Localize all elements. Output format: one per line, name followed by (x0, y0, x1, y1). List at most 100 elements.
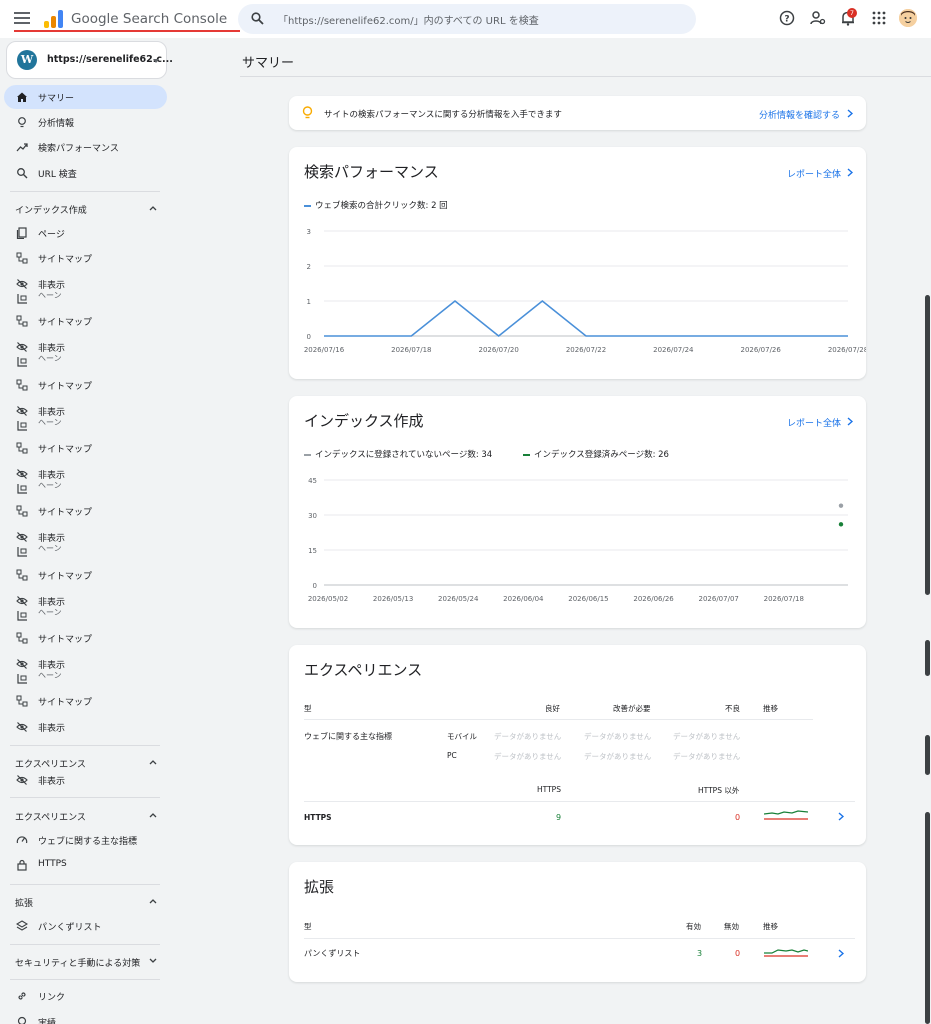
y-tick-label: 1 (307, 298, 311, 306)
sidebar-item-removals[interactable]: 非表示 ヘーン (4, 589, 167, 625)
trending-up-icon (16, 143, 28, 152)
chevron-right-icon[interactable] (847, 168, 853, 177)
sidebar-item-sitemaps[interactable]: サイトマップ (4, 373, 167, 397)
sidebar-item-summary[interactable]: サマリー (4, 85, 167, 109)
sidebar-item-insights[interactable]: 分析情報 (4, 110, 167, 134)
visibility-off-icon (16, 532, 28, 542)
trend-sparkline (764, 810, 808, 820)
legend-swatch (304, 204, 311, 207)
sidebar-item-breadcrumbs[interactable]: パンくずリスト (4, 914, 167, 938)
scrollbar-thumb[interactable] (925, 812, 930, 1024)
x-tick-label: 2026/06/15 (568, 595, 608, 603)
url-inspect-search[interactable]: 「https://serenelife62.com/」内のすべての URL を検… (238, 4, 696, 34)
row-label: パンくずリスト (304, 949, 361, 958)
sidebar-item-sitemaps[interactable]: サイトマップ (4, 626, 167, 650)
page-corner-icon (17, 674, 27, 684)
chevron-right-icon[interactable] (847, 417, 853, 426)
section-enhancements[interactable]: 拡張 (4, 889, 167, 913)
sidebar-item-sitemaps[interactable]: サイトマップ (4, 309, 167, 333)
sidebar-item-removals[interactable]: 非表示 ヘーン (4, 399, 167, 435)
search-icon (251, 12, 264, 25)
col-header-needs-improvement: 改善が必要 (613, 704, 651, 713)
search-input[interactable]: 「https://serenelife62.com/」内のすべての URL を検… (278, 12, 539, 27)
col-header-valid: 有効 (686, 922, 701, 931)
experience-title: エクスペリエンス (304, 661, 423, 679)
https-row[interactable]: HTTPS 9 0 (289, 802, 866, 832)
divider (10, 191, 160, 192)
visibility-off-icon (16, 342, 28, 352)
visibility-off-icon (16, 596, 28, 606)
sidebar-item-removals[interactable]: 非表示 (4, 715, 167, 739)
col-header-type: 型 (304, 704, 312, 713)
sidebar-item-sitemaps[interactable]: サイトマップ (4, 563, 167, 587)
sidebar-item-achievements[interactable]: 実績 (4, 1010, 167, 1024)
menu-icon[interactable] (14, 12, 30, 24)
chevron-right-icon[interactable] (847, 109, 853, 118)
avatar[interactable] (899, 9, 917, 27)
sidebar-item-removals[interactable]: 非表示 ヘーン (4, 462, 167, 498)
sidebar-item-removals[interactable]: 非表示 (4, 768, 167, 792)
visibility-off-icon (16, 659, 28, 669)
chevron-right-icon[interactable] (838, 812, 844, 821)
sidebar-item-performance[interactable]: 検索パフォーマンス (4, 135, 167, 159)
page-corner-icon (17, 357, 27, 367)
performance-full-report-link[interactable]: レポート全体 (787, 167, 841, 180)
sidebar-item-removals[interactable]: 非表示 ヘーン (4, 525, 167, 561)
help-icon[interactable]: ? (778, 9, 796, 27)
manage-users-icon[interactable] (809, 9, 827, 27)
property-selector[interactable]: W https://serenelife62.c... (6, 41, 173, 79)
sidebar-item-links[interactable]: リンク (4, 984, 167, 1008)
indexing-full-report-link[interactable]: レポート全体 (787, 416, 841, 429)
chevron-up-icon (149, 206, 157, 211)
sidebar-item-removals[interactable]: 非表示 ヘーン (4, 652, 167, 688)
scrollbar-thumb[interactable] (925, 735, 930, 775)
lock-icon (17, 859, 27, 871)
no-data-text: データがありません (494, 752, 562, 761)
sidebar-item-pages[interactable]: ページ (4, 221, 167, 245)
clicks-legend[interactable]: ウェブ検索の合計クリック数: 2 回 (304, 199, 448, 211)
legend-swatch (523, 453, 530, 456)
app-title[interactable]: Google Search Console (71, 11, 227, 27)
page-corner-icon (17, 611, 27, 621)
section-security[interactable]: セキュリティと手動による対策 (4, 949, 167, 973)
col-header-good: 良好 (545, 704, 560, 713)
sitemap-icon (16, 695, 28, 707)
breadcrumbs-row[interactable]: パンくずリスト 3 0 (289, 939, 866, 969)
insights-banner: サイトの検索パフォーマンスに関する分析情報を入手できます 分析情報を確認する (289, 96, 866, 130)
chevron-right-icon[interactable] (838, 949, 844, 958)
not-indexed-point (838, 503, 844, 508)
view-insights-link[interactable]: 分析情報を確認する (759, 108, 840, 121)
chevron-down-icon (149, 958, 157, 963)
invalid-count: 0 (735, 949, 741, 958)
indexing-card: インデックス作成 レポート全体 インデックスに登録されていないページ数: 34 … (289, 396, 866, 628)
sidebar-item-sitemaps[interactable]: サイトマップ (4, 689, 167, 713)
section-experience[interactable]: エクスペリエンス (4, 803, 167, 827)
sidebar-item-sitemaps[interactable]: サイトマップ (4, 246, 167, 270)
notification-badge: 7 (847, 8, 857, 18)
sidebar-item-sitemaps[interactable]: サイトマップ (4, 499, 167, 523)
sidebar-item-core-web-vitals[interactable]: ウェブに関する主な指標 (4, 828, 167, 852)
scrollbar-thumb[interactable] (925, 640, 930, 676)
apps-grid-icon[interactable] (870, 9, 888, 27)
page-corner-icon (17, 294, 27, 304)
sitemap-icon (16, 252, 28, 264)
pages-icon (16, 227, 27, 239)
caret-down-icon (153, 59, 159, 63)
not-indexed-legend[interactable]: インデックスに登録されていないページ数: 34 (304, 448, 492, 460)
lightbulb-icon (302, 106, 313, 119)
divider (10, 884, 160, 885)
section-indexing[interactable]: インデックス作成 (4, 196, 167, 220)
https-count: 9 (556, 813, 562, 822)
layers-icon (16, 920, 28, 931)
sidebar-item-url-inspection[interactable]: URL 検査 (4, 161, 167, 185)
sidebar-item-removals[interactable]: 非表示 ヘーン (4, 335, 167, 371)
svg-text:?: ? (784, 15, 789, 25)
legend-swatch (304, 453, 311, 456)
sidebar-item-sitemaps[interactable]: サイトマップ (4, 436, 167, 460)
indexed-legend[interactable]: インデックス登録済みページ数: 26 (523, 448, 669, 460)
sidebar-item-https[interactable]: HTTPS (4, 853, 167, 877)
scrollbar-thumb[interactable] (925, 295, 930, 595)
no-data-text: データがありません (584, 732, 652, 741)
home-icon (17, 92, 27, 102)
sidebar-item-removals[interactable]: 非表示 ヘーン (4, 272, 167, 308)
